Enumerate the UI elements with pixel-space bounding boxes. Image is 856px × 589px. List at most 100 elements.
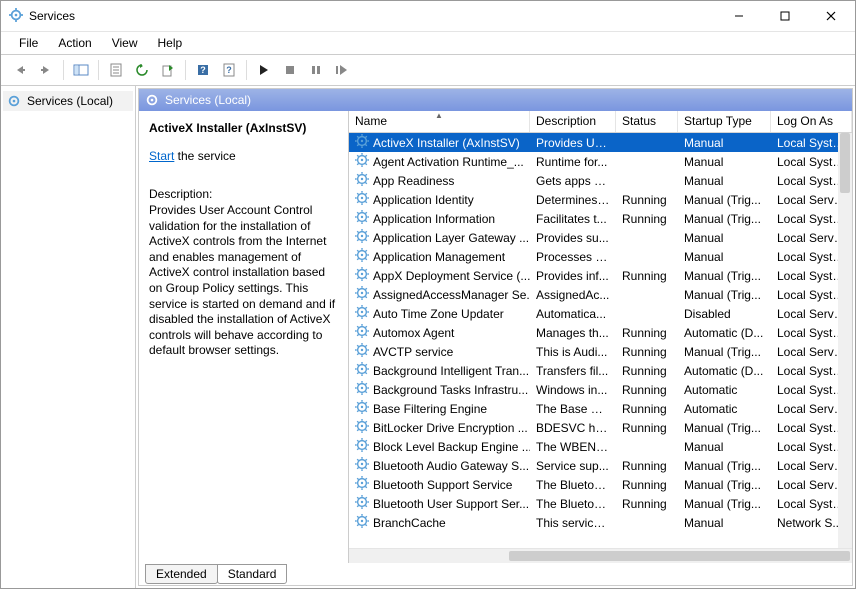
col-header-description[interactable]: Description: [530, 111, 616, 132]
cell-status: Running: [616, 269, 678, 283]
cell-startup: Manual: [678, 231, 771, 245]
svg-text:?: ?: [200, 65, 206, 75]
cell-description: Determines ...: [530, 193, 616, 207]
cell-startup: Manual (Trig...: [678, 478, 771, 492]
service-row[interactable]: BitLocker Drive Encryption ...BDESVC hos…: [349, 418, 852, 437]
service-row[interactable]: Application ManagementProcesses in...Man…: [349, 247, 852, 266]
cell-status: Running: [616, 497, 678, 511]
cell-name: Background Intelligent Tran...: [349, 362, 530, 379]
cell-startup: Automatic (D...: [678, 326, 771, 340]
service-row[interactable]: Bluetooth Support ServiceThe Bluetoo...R…: [349, 475, 852, 494]
service-row[interactable]: BranchCacheThis service ...ManualNetwork…: [349, 513, 852, 532]
service-row[interactable]: Auto Time Zone UpdaterAutomatica...Disab…: [349, 304, 852, 323]
minimize-button[interactable]: [725, 6, 753, 26]
service-row[interactable]: Background Intelligent Tran...Transfers …: [349, 361, 852, 380]
service-row[interactable]: Block Level Backup Engine ...The WBENG..…: [349, 437, 852, 456]
export-button[interactable]: [155, 58, 181, 82]
cell-status: Running: [616, 212, 678, 226]
cell-name: Agent Activation Runtime_...: [349, 153, 530, 170]
services-app-icon: [9, 8, 23, 25]
description-label: Description:: [149, 187, 338, 201]
cell-name: Application Management: [349, 248, 530, 265]
maximize-button[interactable]: [771, 6, 799, 26]
service-row[interactable]: AppX Deployment Service (...Provides inf…: [349, 266, 852, 285]
stop-service-button[interactable]: [277, 58, 303, 82]
toolbar-separator: [246, 60, 247, 80]
service-icon: [355, 400, 369, 417]
service-row[interactable]: AVCTP serviceThis is Audi...RunningManua…: [349, 342, 852, 361]
service-row[interactable]: Application IdentityDetermines ...Runnin…: [349, 190, 852, 209]
service-list-pane: ▲ Name Description Status Startup Type L…: [349, 111, 852, 563]
cell-startup: Manual: [678, 440, 771, 454]
col-header-status[interactable]: Status: [616, 111, 678, 132]
cell-startup: Manual: [678, 155, 771, 169]
service-icon: [355, 438, 369, 455]
cell-description: The Base Fil...: [530, 402, 616, 416]
cell-startup: Manual: [678, 136, 771, 150]
pause-service-button[interactable]: [303, 58, 329, 82]
menu-file[interactable]: File: [9, 34, 48, 52]
service-icon: [355, 419, 369, 436]
service-name-text: Base Filtering Engine: [373, 402, 487, 416]
cell-description: The Bluetoo...: [530, 497, 616, 511]
service-name-text: Background Intelligent Tran...: [373, 364, 529, 378]
help-button[interactable]: ?: [190, 58, 216, 82]
service-icon: [355, 286, 369, 303]
window-controls: [725, 6, 847, 26]
menu-help[interactable]: Help: [148, 34, 193, 52]
horizontal-scrollbar[interactable]: [349, 548, 852, 563]
sort-asc-icon: ▲: [435, 111, 443, 120]
cell-name: AssignedAccessManager Se...: [349, 286, 530, 303]
refresh-button[interactable]: [129, 58, 155, 82]
vertical-scrollbar-thumb[interactable]: [840, 133, 850, 193]
service-row[interactable]: Automox AgentManages th...RunningAutomat…: [349, 323, 852, 342]
start-link[interactable]: Start: [149, 149, 174, 163]
service-name-text: Bluetooth User Support Ser...: [373, 497, 529, 511]
cell-startup: Disabled: [678, 307, 771, 321]
titlebar: Services: [1, 1, 855, 31]
start-service-button[interactable]: [251, 58, 277, 82]
menu-action[interactable]: Action: [48, 34, 101, 52]
cell-name: Application Layer Gateway ...: [349, 229, 530, 246]
toolbar-separator: [98, 60, 99, 80]
restart-service-button[interactable]: [329, 58, 355, 82]
col-header-startup[interactable]: Startup Type: [678, 111, 771, 132]
tab-extended[interactable]: Extended: [145, 564, 218, 584]
cell-startup: Manual (Trig...: [678, 193, 771, 207]
cell-description: This is Audi...: [530, 345, 616, 359]
tree-item-services-local[interactable]: Services (Local): [3, 91, 133, 111]
service-row[interactable]: Bluetooth User Support Ser...The Bluetoo…: [349, 494, 852, 513]
col-header-name[interactable]: ▲ Name: [349, 111, 530, 132]
right-pane: Services (Local) ActiveX Installer (AxIn…: [138, 88, 853, 586]
service-row[interactable]: App ReadinessGets apps re...ManualLocal …: [349, 171, 852, 190]
svg-text:?: ?: [226, 65, 232, 75]
service-row[interactable]: Agent Activation Runtime_...Runtime for.…: [349, 152, 852, 171]
service-row[interactable]: ActiveX Installer (AxInstSV)Provides Us.…: [349, 133, 852, 152]
service-row[interactable]: Application InformationFacilitates t...R…: [349, 209, 852, 228]
service-row[interactable]: Base Filtering EngineThe Base Fil...Runn…: [349, 399, 852, 418]
service-row[interactable]: AssignedAccessManager Se...AssignedAc...…: [349, 285, 852, 304]
col-header-logon[interactable]: Log On As: [771, 111, 852, 132]
service-icon: [355, 305, 369, 322]
back-button[interactable]: [7, 58, 33, 82]
right-header-label: Services (Local): [165, 93, 251, 107]
service-name-text: Agent Activation Runtime_...: [373, 155, 524, 169]
horizontal-scrollbar-thumb[interactable]: [509, 551, 850, 561]
menu-view[interactable]: View: [102, 34, 148, 52]
cell-startup: Manual (Trig...: [678, 421, 771, 435]
vertical-scrollbar[interactable]: [838, 133, 852, 549]
service-name-text: Application Management: [373, 250, 505, 264]
service-row[interactable]: Bluetooth Audio Gateway S...Service sup.…: [349, 456, 852, 475]
help2-button[interactable]: ?: [216, 58, 242, 82]
window-title: Services: [29, 9, 725, 23]
tab-standard[interactable]: Standard: [217, 564, 288, 584]
forward-button[interactable]: [33, 58, 59, 82]
properties-button[interactable]: [103, 58, 129, 82]
show-hide-tree-button[interactable]: [68, 58, 94, 82]
close-button[interactable]: [817, 6, 845, 26]
service-name-text: ActiveX Installer (AxInstSV): [373, 136, 520, 150]
selected-service-title: ActiveX Installer (AxInstSV): [149, 121, 338, 135]
service-row[interactable]: Background Tasks Infrastru...Windows in.…: [349, 380, 852, 399]
service-row[interactable]: Application Layer Gateway ...Provides su…: [349, 228, 852, 247]
cell-startup: Manual: [678, 174, 771, 188]
